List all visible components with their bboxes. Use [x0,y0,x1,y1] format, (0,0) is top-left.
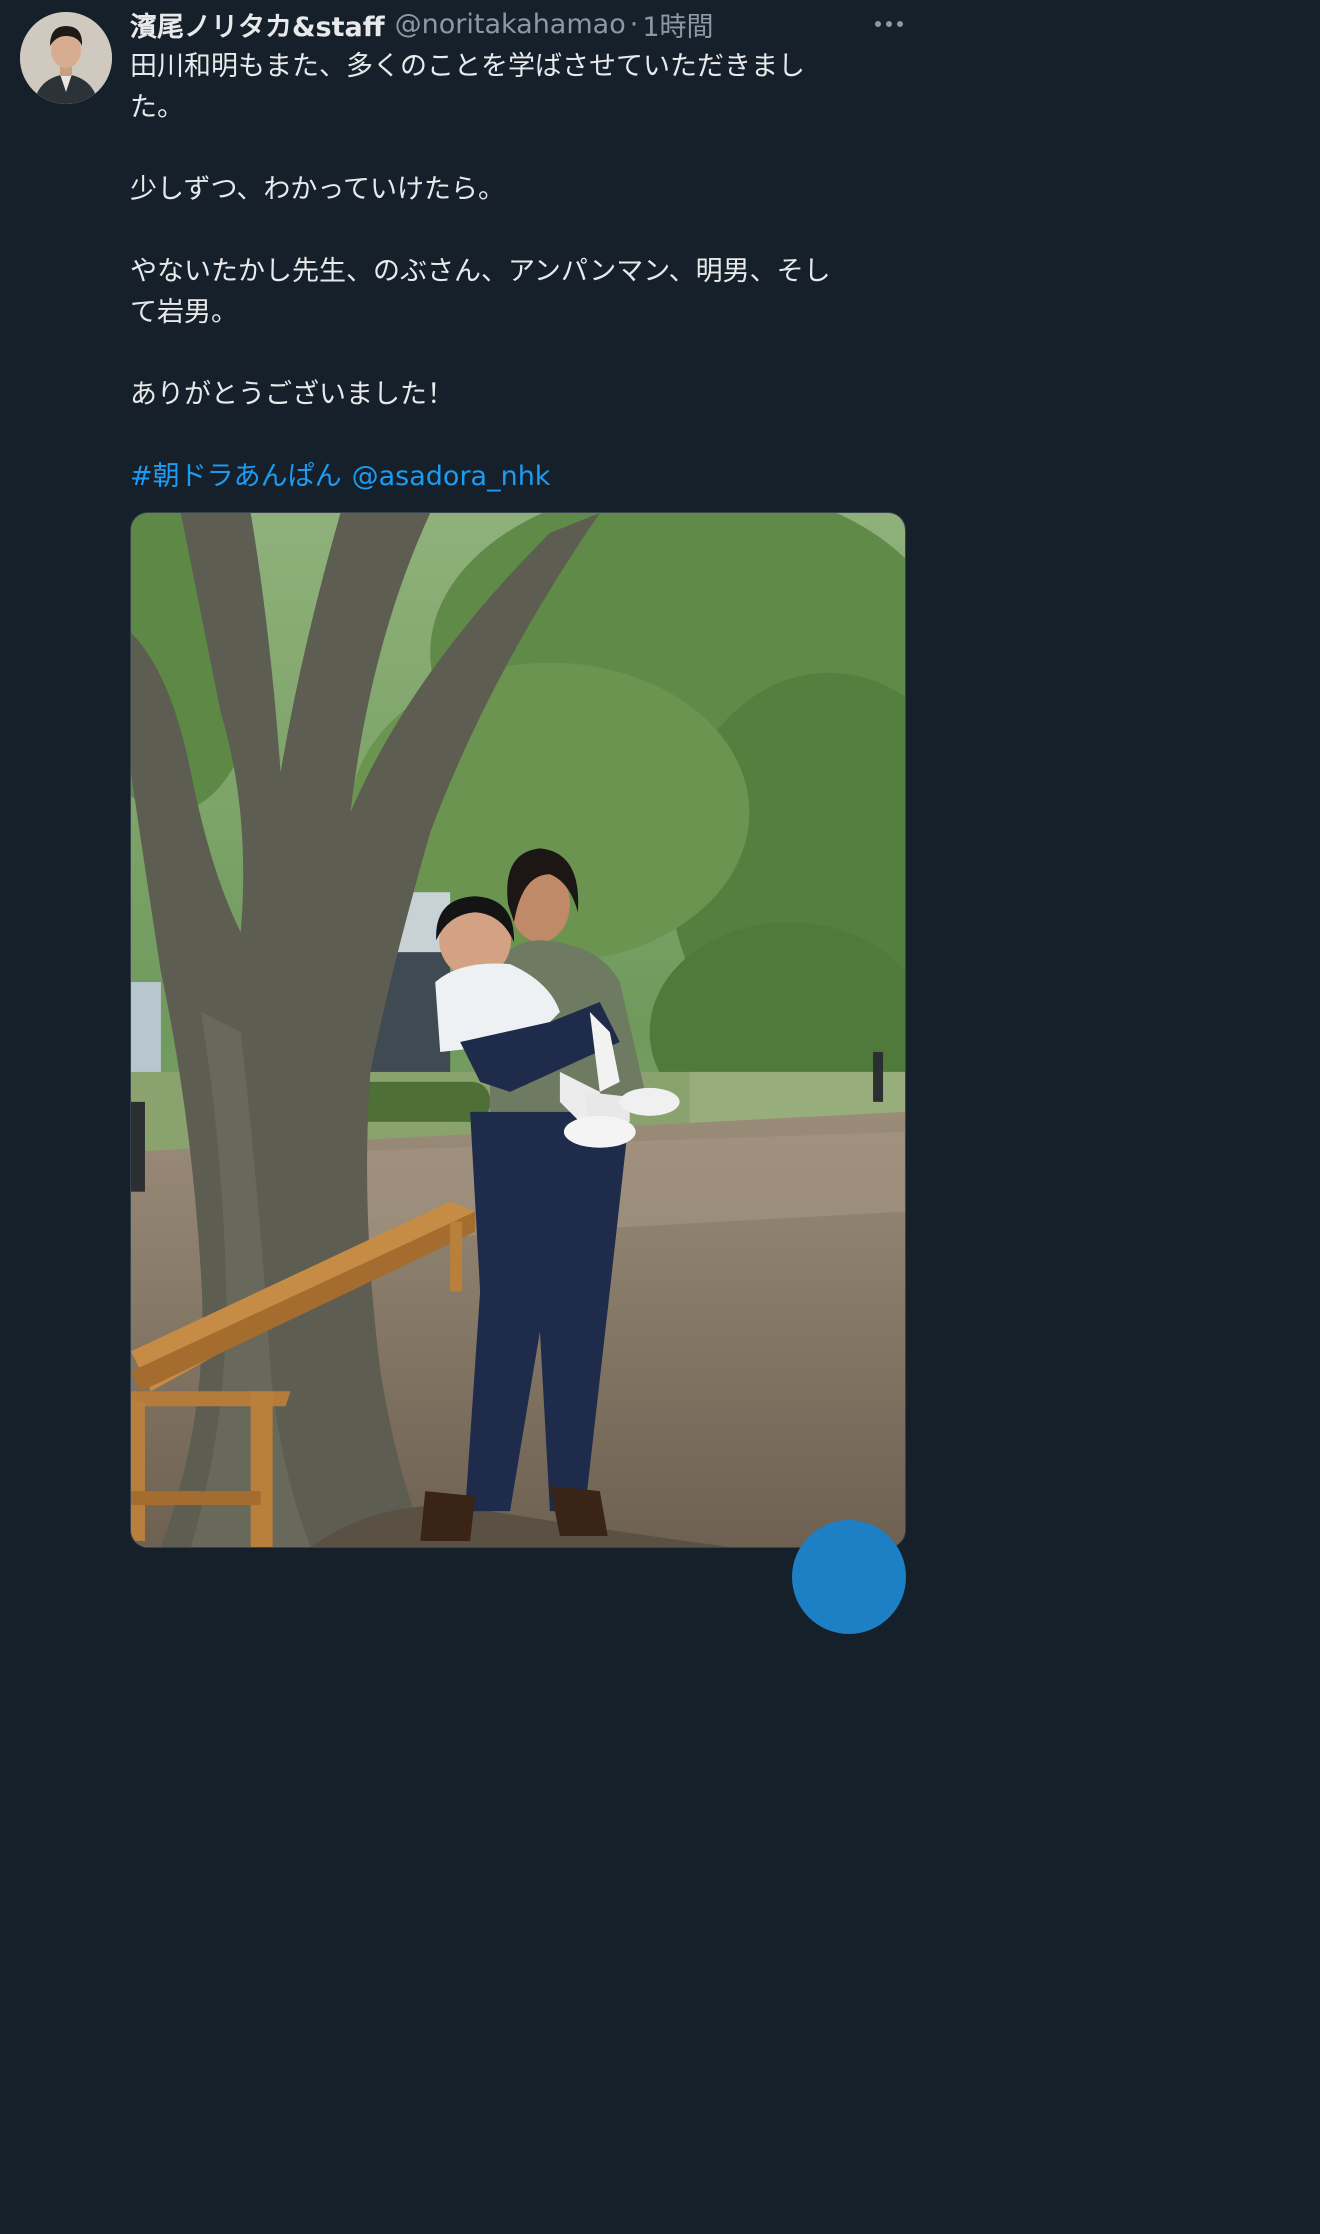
hashtag-link[interactable]: #朝ドラあんぱん [130,461,342,492]
tweet-tags: #朝ドラあんぱん @asadora_nhk [130,456,910,497]
tweet-line: ありがとうございました！ [130,379,454,410]
tweet-line: 田川和明もまた、多くのことを学ばさせていただきまし [130,51,805,82]
timestamp[interactable]: 1時間 [642,5,713,44]
separator: · [629,8,639,40]
tweet-line: て岩男。 [130,297,238,328]
tweet-line: やないたかし先生、のぶさん、アンパンマン、明男、そし [130,256,831,287]
author-name[interactable]: 濱尾ノリタカ&staff [130,5,385,44]
avatar[interactable] [20,12,112,104]
mention-link[interactable]: @asadora_nhk [352,461,551,492]
tweet[interactable]: 濱尾ノリタカ&staff @noritakahamao · 1時間 田川和明もま… [0,0,926,1634]
author-handle[interactable]: @noritakahamao [395,9,626,40]
more-horizontal-icon[interactable] [872,10,906,38]
tweet-line: 少しずつ、わかっていけたら。 [130,174,506,205]
tweet-header: 濱尾ノリタカ&staff @noritakahamao · 1時間 [130,5,866,44]
tweet-line: た。 [130,92,184,123]
tweet-photo[interactable] [130,512,906,1548]
compose-fab[interactable] [792,1520,906,1634]
tweet-text: 田川和明もまた、多くのことを学ばさせていただきまし た。 少しずつ、わかっていけ… [130,46,910,497]
